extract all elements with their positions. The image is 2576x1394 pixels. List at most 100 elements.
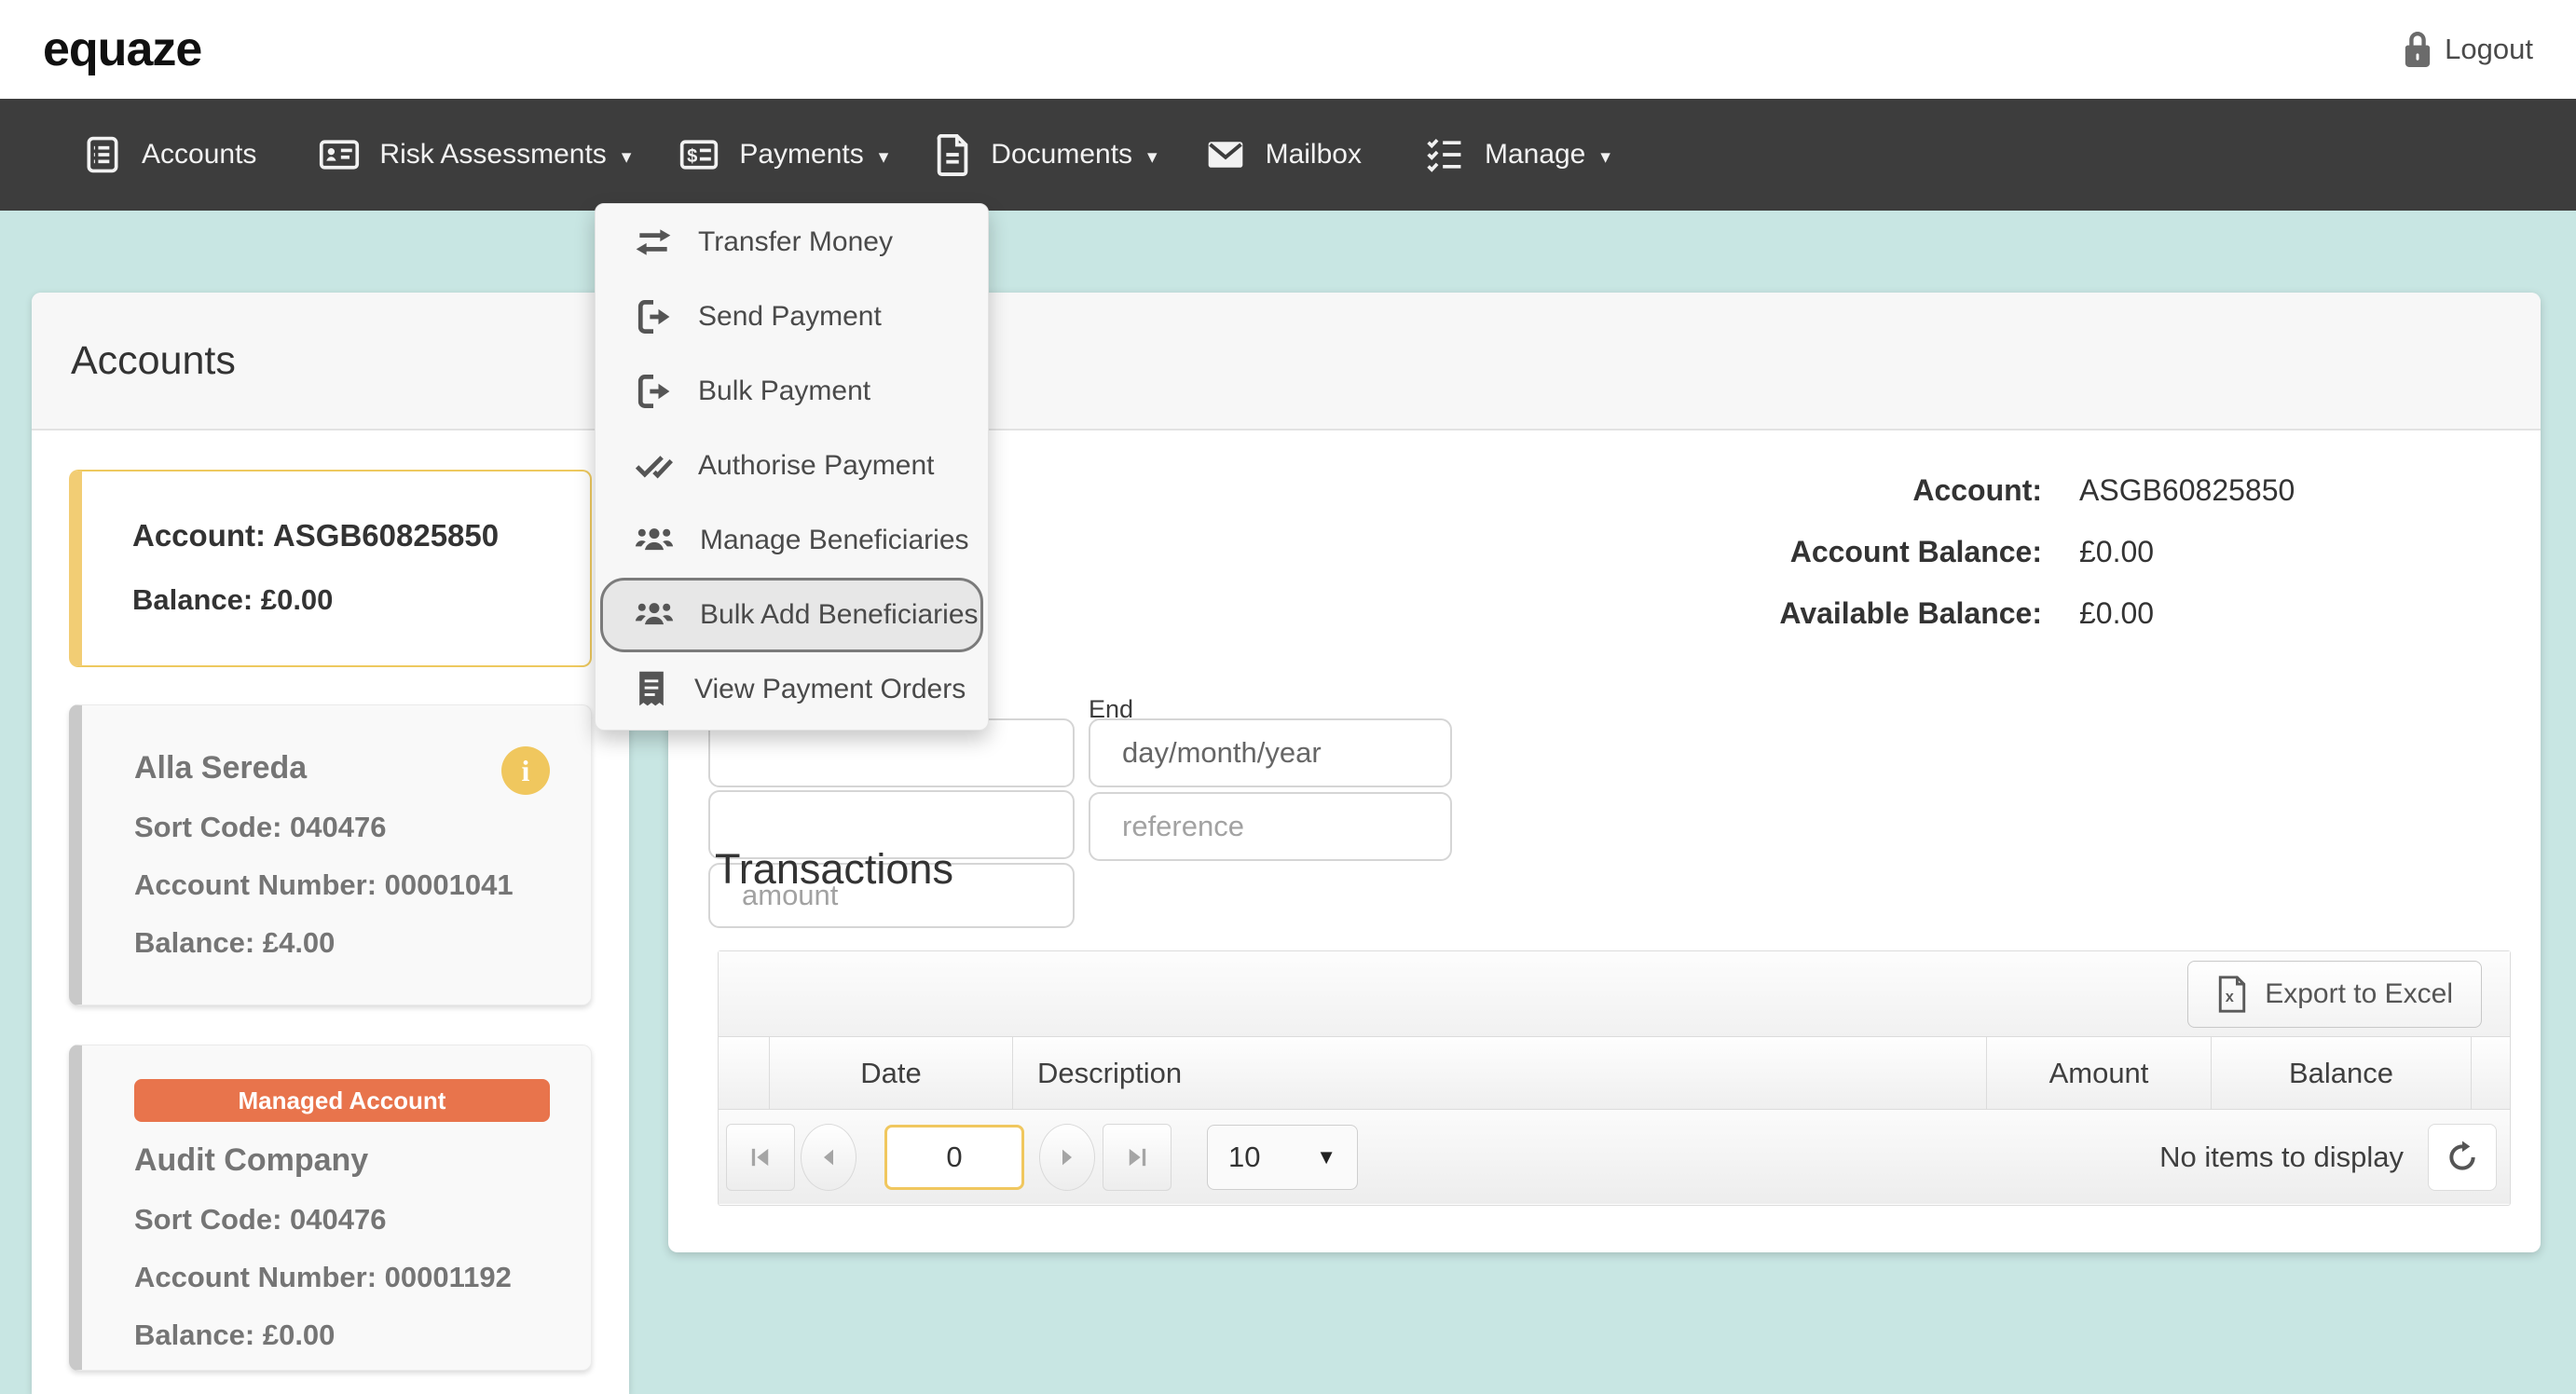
column-header-spacer [2471, 1037, 2510, 1109]
account-name: Audit Company [134, 1142, 550, 1179]
column-header-date[interactable]: Date [769, 1037, 1012, 1109]
id-card-icon [318, 134, 361, 175]
menu-item-manage-beneficiaries[interactable]: Manage Beneficiaries [596, 503, 988, 578]
checklist-icon [1423, 134, 1466, 175]
accounts-list: Account: ASGB60825850 Balance: £0.00 All… [32, 430, 629, 1371]
managed-account-badge: Managed Account [134, 1079, 550, 1122]
main-navbar: Accounts Risk Assessments ▾ $ Payments▾ D… [0, 99, 2576, 211]
grid-toolbar: x Export to Excel [719, 951, 2510, 1037]
app-logo: equaze [43, 21, 201, 77]
caret-down-icon: ▾ [1600, 142, 1610, 169]
users-icon [633, 594, 676, 636]
top-header: equaze Logout [0, 0, 2576, 99]
summary-value: ASGB60825850 [2079, 473, 2295, 508]
nav-label: Accounts [142, 139, 256, 171]
column-header-balance[interactable]: Balance [2211, 1037, 2471, 1109]
menu-item-view-payment-orders[interactable]: View Payment Orders [596, 652, 988, 727]
account-name: Alla Sereda [134, 750, 550, 786]
nav-item-payments[interactable]: $ Payments▾ [678, 134, 888, 175]
nav-item-accounts[interactable]: Accounts [82, 134, 271, 175]
caret-down-icon: ▾ [1147, 142, 1158, 169]
menu-item-label: Transfer Money [698, 226, 893, 258]
summary-label: Account: [1576, 473, 2042, 508]
logout-button[interactable]: Logout [2404, 32, 2533, 67]
summary-row: Account: ASGB60825850 [1576, 459, 2295, 521]
previous-page-button[interactable] [801, 1124, 856, 1191]
nav-label: Documents [991, 139, 1132, 171]
page-number-input[interactable] [884, 1125, 1024, 1190]
nav-item-mailbox[interactable]: Mailbox [1204, 134, 1377, 175]
menu-item-label: Send Payment [698, 301, 882, 333]
info-icon[interactable]: i [501, 746, 550, 795]
account-number-line: Account Number: 00001192 [134, 1261, 550, 1294]
last-page-button[interactable] [1103, 1124, 1172, 1191]
account-card[interactable]: Managed Account Audit Company Sort Code:… [69, 1045, 592, 1371]
grid-pager: 10 ▼ No items to display [719, 1110, 2510, 1204]
nav-item-documents[interactable]: Documents ▾ [935, 133, 1157, 176]
refresh-button[interactable] [2428, 1124, 2497, 1191]
money-icon: $ [678, 134, 720, 175]
account-number-line: Account Number: 00001041 [134, 868, 550, 902]
caret-down-icon: ▾ [622, 142, 632, 169]
menu-item-label: View Payment Orders [694, 674, 966, 705]
menu-item-bulk-payment[interactable]: Bulk Payment [596, 354, 988, 429]
account-summary: Account: ASGB60825850 Account Balance: £… [1576, 459, 2295, 644]
menu-item-bulk-add-beneficiaries[interactable]: Bulk Add Beneficiaries [600, 578, 983, 652]
menu-item-send-payment[interactable]: Send Payment [596, 280, 988, 354]
excel-file-icon: x [2216, 976, 2248, 1013]
next-page-button[interactable] [1039, 1124, 1095, 1191]
column-header-expand [719, 1037, 769, 1109]
document-icon [935, 133, 972, 176]
end-date-input[interactable] [1089, 718, 1452, 787]
envelope-icon [1204, 134, 1247, 175]
lock-icon [2404, 32, 2432, 67]
bulk-payment-icon [633, 371, 674, 412]
accounts-panel-header: Accounts [32, 293, 629, 430]
logout-label: Logout [2445, 33, 2533, 66]
account-balance-line: Balance: £4.00 [134, 926, 550, 960]
account-card-selected[interactable]: Account: ASGB60825850 Balance: £0.00 [69, 470, 592, 667]
sort-code-line: Sort Code: 040476 [134, 811, 550, 844]
column-header-description[interactable]: Description [1012, 1037, 1986, 1109]
summary-label: Available Balance: [1576, 596, 2042, 631]
nav-label: Manage [1485, 139, 1585, 171]
account-balance-line: Balance: £0.00 [132, 583, 590, 617]
export-to-excel-button[interactable]: x Export to Excel [2187, 961, 2482, 1028]
send-payment-icon [633, 296, 674, 337]
page-size-select[interactable]: 10 ▼ [1207, 1125, 1358, 1190]
pager-status: No items to display [2159, 1141, 2404, 1174]
account-number-line: Account: ASGB60825850 [132, 518, 590, 554]
summary-row: Account Balance: £0.00 [1576, 521, 2295, 582]
caret-down-icon: ▼ [1316, 1145, 1336, 1169]
accounts-panel-title: Accounts [71, 338, 236, 384]
page-size-value: 10 [1228, 1141, 1260, 1174]
app-screen: equaze Logout Accounts Risk Assessments ▾… [0, 0, 2576, 1394]
account-card[interactable]: Alla Sereda i Sort Code: 040476 Account … [69, 704, 592, 1005]
summary-value: £0.00 [2079, 596, 2154, 631]
menu-item-label: Authorise Payment [698, 450, 934, 482]
accounts-panel: Accounts Account: ASGB60825850 Balance: … [32, 293, 629, 1394]
first-page-button[interactable] [726, 1124, 795, 1191]
svg-text:$: $ [688, 146, 698, 167]
journal-icon [82, 134, 123, 175]
menu-item-label: Manage Beneficiaries [700, 525, 969, 556]
users-icon [633, 520, 676, 561]
caret-down-icon: ▾ [879, 142, 889, 169]
reference-input[interactable] [1089, 792, 1452, 861]
double-check-icon [633, 445, 674, 486]
payments-dropdown-menu: Transfer Money Send Payment Bulk Payment… [595, 203, 989, 731]
nav-label: Risk Assessments [379, 139, 606, 171]
nav-item-manage[interactable]: Manage ▾ [1423, 134, 1610, 175]
transfer-icon [633, 222, 674, 263]
grid-header-row: Date Description Amount Balance [719, 1037, 2510, 1110]
sort-code-line: Sort Code: 040476 [134, 1203, 550, 1237]
account-balance-line: Balance: £0.00 [134, 1319, 550, 1352]
summary-row: Available Balance: £0.00 [1576, 582, 2295, 644]
summary-value: £0.00 [2079, 535, 2154, 569]
nav-item-risk-assessments[interactable]: Risk Assessments ▾ [318, 134, 631, 175]
menu-item-transfer-money[interactable]: Transfer Money [596, 205, 988, 280]
nav-label: Mailbox [1266, 139, 1362, 171]
menu-item-authorise-payment[interactable]: Authorise Payment [596, 429, 988, 503]
svg-text:x: x [2226, 989, 2234, 1005]
column-header-amount[interactable]: Amount [1986, 1037, 2211, 1109]
